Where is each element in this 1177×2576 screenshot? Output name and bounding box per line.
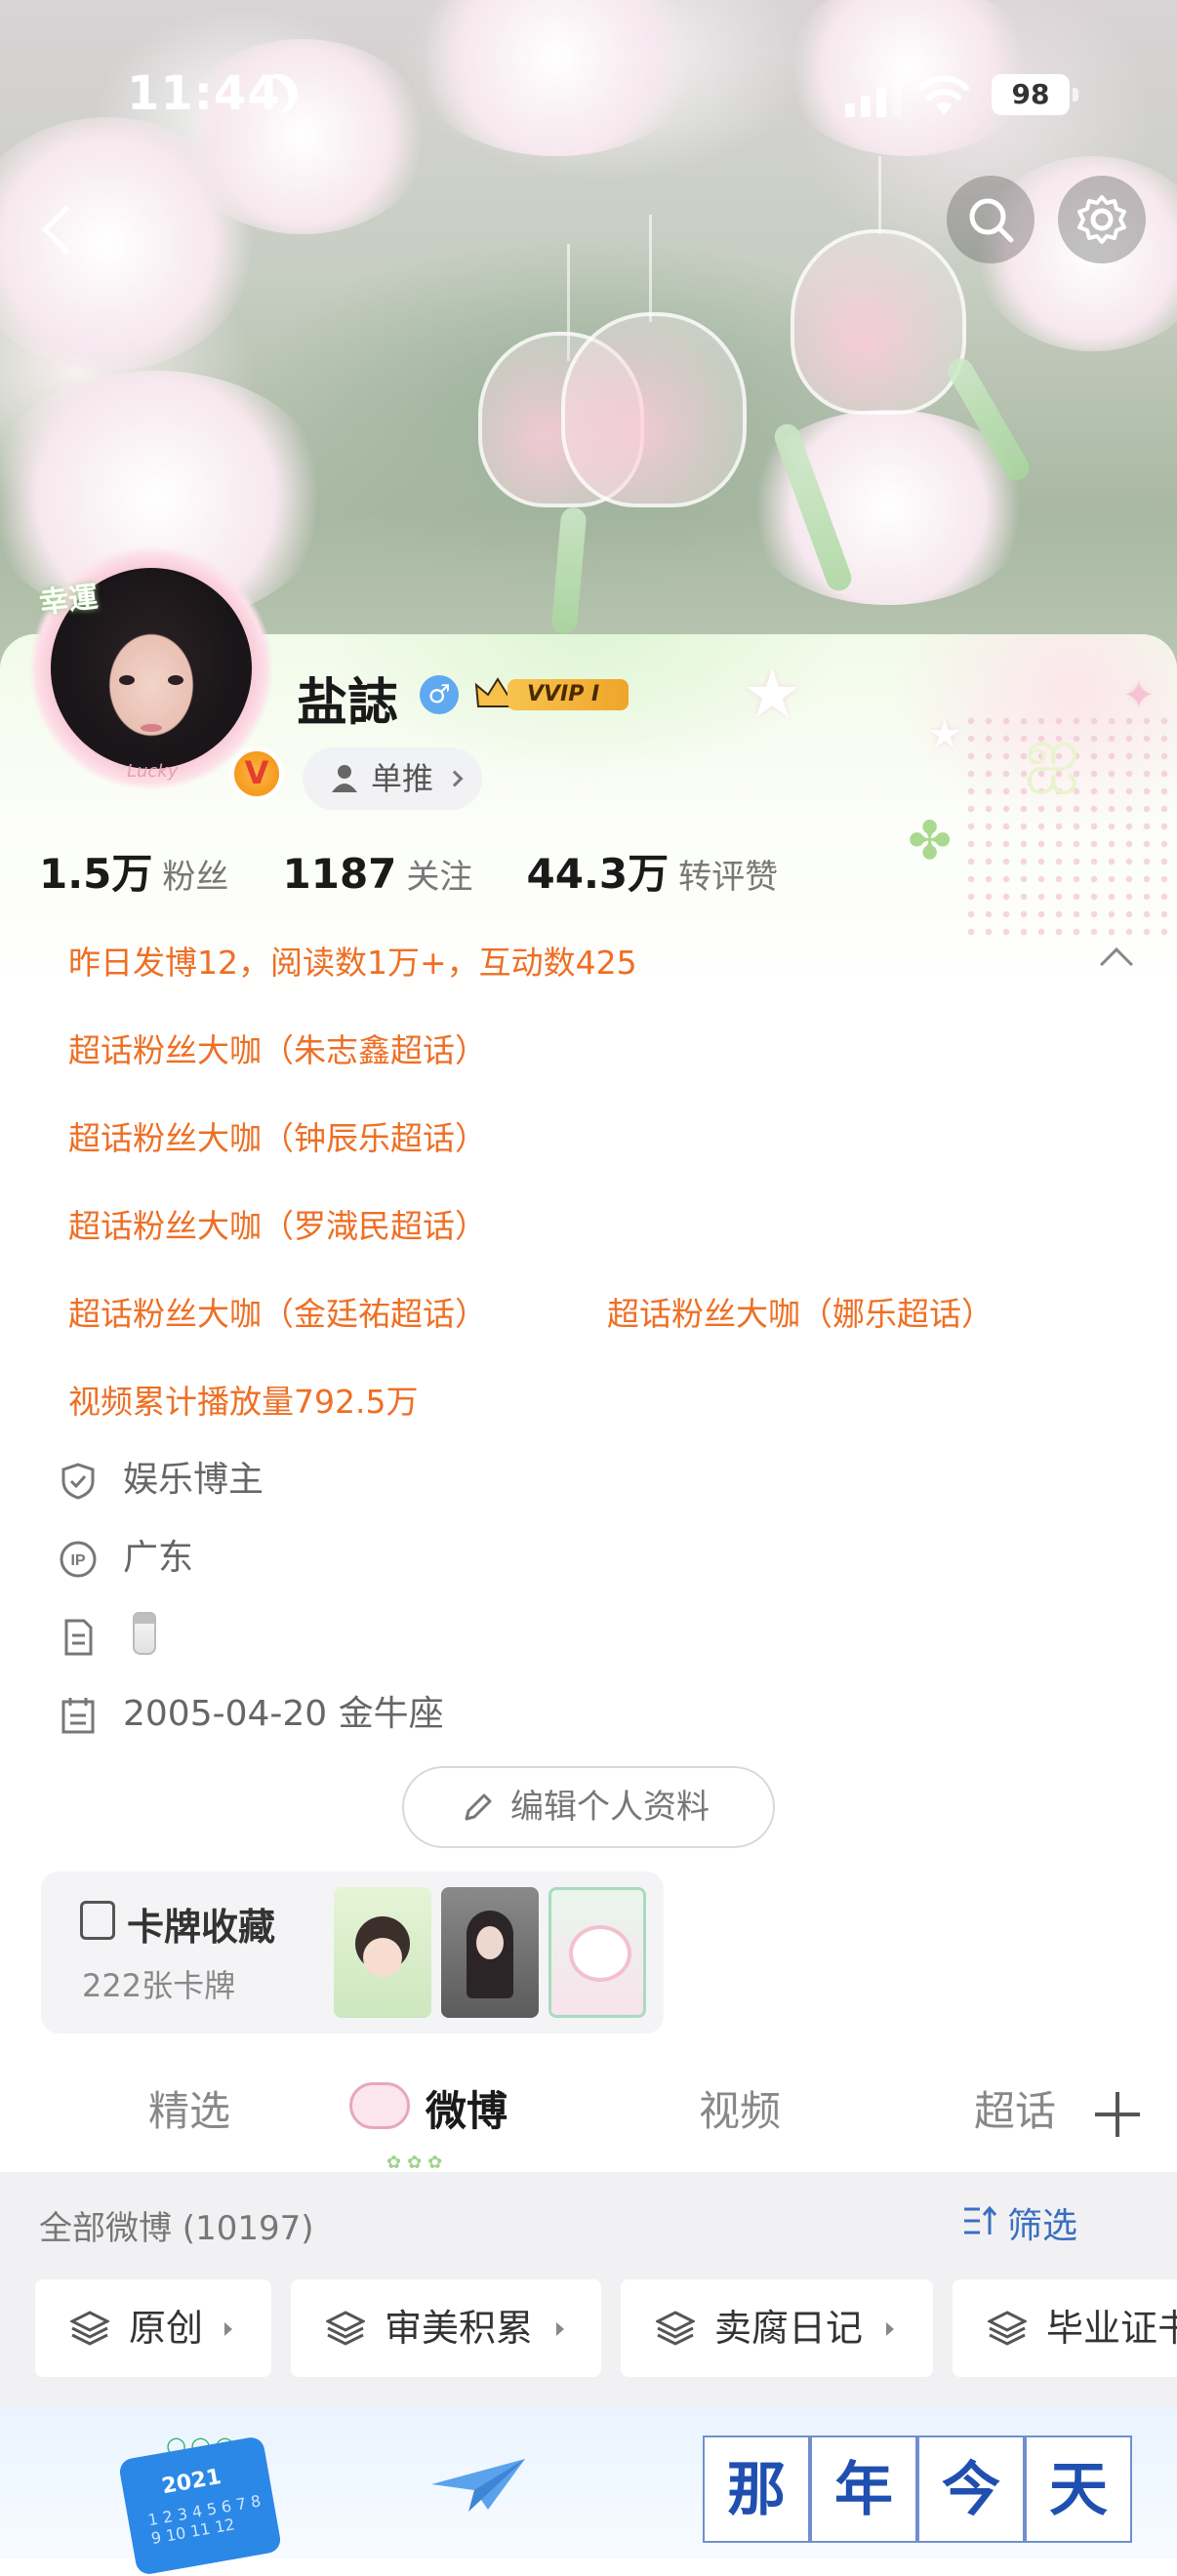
avatar-frame-lucky: Lucky xyxy=(127,761,179,782)
star-decoration: ★ xyxy=(742,654,803,734)
collection-chip-graduation[interactable]: 毕业证书 xyxy=(953,2279,1177,2377)
activity-summary: 昨日发博12，阅读数1万+，互动数425 xyxy=(68,944,637,982)
salt-shaker-emoji xyxy=(133,1612,156,1655)
collection-chip-aesthetic[interactable]: 审美积累 xyxy=(291,2279,601,2377)
filter-sort-icon xyxy=(964,2205,997,2234)
tab-supertopic[interactable]: 超话 xyxy=(974,2078,1056,2138)
clover-decoration: ✤ xyxy=(908,810,953,871)
wind-chime-decoration xyxy=(561,312,747,507)
tab-featured[interactable]: 精选 xyxy=(148,2078,230,2138)
tab-video[interactable]: 视频 xyxy=(699,2078,781,2138)
avatar[interactable]: 幸運 Lucky V xyxy=(29,546,284,801)
card-thumbnail[interactable] xyxy=(334,1887,431,2018)
pencil-icon xyxy=(465,1793,492,1821)
card-collection-title: 卡牌收藏 xyxy=(127,1906,276,1949)
fan-badge[interactable]: 超话粉丝大咖（罗渽民超话） xyxy=(68,1200,487,1247)
person-icon xyxy=(332,765,357,792)
cloud-icon xyxy=(349,2082,410,2129)
back-button[interactable] xyxy=(20,195,88,263)
vvip-label: VVIP Ⅰ xyxy=(507,679,629,710)
collection-chip-original[interactable]: 原创 xyxy=(35,2279,271,2377)
gear-icon xyxy=(1077,195,1126,244)
verified-badge-icon: V xyxy=(229,746,284,801)
profile-name: 盐誌 xyxy=(297,674,399,733)
card-collection[interactable]: 卡牌收藏 222张卡牌 xyxy=(41,1872,664,2033)
wind-chime-decoration xyxy=(791,229,966,415)
on-this-day-title: 那 年 今 天 xyxy=(703,2435,1132,2558)
profile-stats: 1.5万 粉丝 1187 关注 44.3万 转评赞 xyxy=(39,841,827,900)
edit-profile-button[interactable]: 编辑个人资料 xyxy=(402,1766,775,1848)
ip-icon: IP xyxy=(60,1541,97,1578)
stat-following[interactable]: 1187 关注 xyxy=(283,850,473,898)
card-collection-icon xyxy=(80,1901,115,1940)
card-thumbnail[interactable] xyxy=(548,1887,646,2018)
tab-weibo[interactable]: 微博 xyxy=(426,2078,507,2138)
tuijian-label: 单推 xyxy=(371,760,434,797)
calendar-illustration: 2021 1 2 3 4 5 6 7 8 9 10 11 12 xyxy=(117,2435,283,2576)
battery-indicator: 98 xyxy=(992,74,1078,115)
stat-followers[interactable]: 1.5万 粉丝 xyxy=(39,841,228,901)
calendar-icon xyxy=(61,1698,95,1734)
avatar-frame-tag: 幸運 xyxy=(37,580,101,622)
feed-section: 全部微博 (10197) 筛选 原创 审美积累 卖腐日记 毕业证书 2021 1… xyxy=(0,2172,1177,2576)
layers-icon xyxy=(988,2311,1027,2346)
cellular-signal-icon xyxy=(845,78,904,117)
ribbon-decoration: ஐ xyxy=(1025,712,1080,792)
layers-icon xyxy=(70,2311,109,2346)
card-thumbnail[interactable] xyxy=(441,1887,539,2018)
triangle-right-icon xyxy=(556,2322,564,2336)
wifi-icon xyxy=(918,75,969,115)
profile-tabs: 精选 微博 ✿✿✿ 视频 超话 xyxy=(0,2057,1177,2173)
fan-badge[interactable]: 超话粉丝大咖（金廷祐超话） xyxy=(68,1288,487,1335)
svg-text:IP: IP xyxy=(70,1552,85,1569)
add-tab-plus-icon[interactable] xyxy=(1095,2092,1140,2137)
flower-decoration: ✿✿✿ xyxy=(386,2153,449,2173)
fan-badge[interactable]: 超话粉丝大咖（钟辰乐超话） xyxy=(68,1112,487,1159)
search-icon xyxy=(969,198,1014,243)
chevron-right-icon xyxy=(446,770,464,787)
video-plays-stat: 视频累计播放量792.5万 xyxy=(68,1383,419,1421)
filter-button[interactable]: 筛选 xyxy=(964,2197,1077,2248)
stat-interactions[interactable]: 44.3万 转评赞 xyxy=(527,841,779,901)
settings-button[interactable] xyxy=(1058,176,1146,263)
all-posts-count: 全部微博 (10197) xyxy=(39,2209,314,2248)
triangle-right-icon xyxy=(886,2322,894,2336)
collection-chip-diary[interactable]: 卖腐日记 xyxy=(621,2279,933,2377)
layers-icon xyxy=(326,2311,365,2346)
status-bar: 11:44 98 xyxy=(0,0,1177,146)
card-collection-count: 222张卡牌 xyxy=(82,1967,236,2004)
triangle-right-icon xyxy=(224,2322,232,2336)
fan-badge[interactable]: 超话粉丝大咖（娜乐超话） xyxy=(607,1288,994,1335)
fan-badge[interactable]: 超话粉丝大咖（朱志鑫超话） xyxy=(68,1025,487,1071)
vvip-badge[interactable]: VVIP Ⅰ xyxy=(474,673,630,714)
gender-male-icon: ♂ xyxy=(420,675,459,714)
shield-icon xyxy=(61,1463,95,1500)
search-button[interactable] xyxy=(947,176,1035,263)
paper-plane-icon xyxy=(431,2459,525,2512)
on-this-day-banner[interactable]: ○○○○ 2021 1 2 3 4 5 6 7 8 9 10 11 12 那 年… xyxy=(0,2406,1177,2576)
document-icon xyxy=(64,1619,93,1656)
tuijian-button[interactable]: 单推 xyxy=(303,747,482,810)
layers-icon xyxy=(656,2311,695,2346)
